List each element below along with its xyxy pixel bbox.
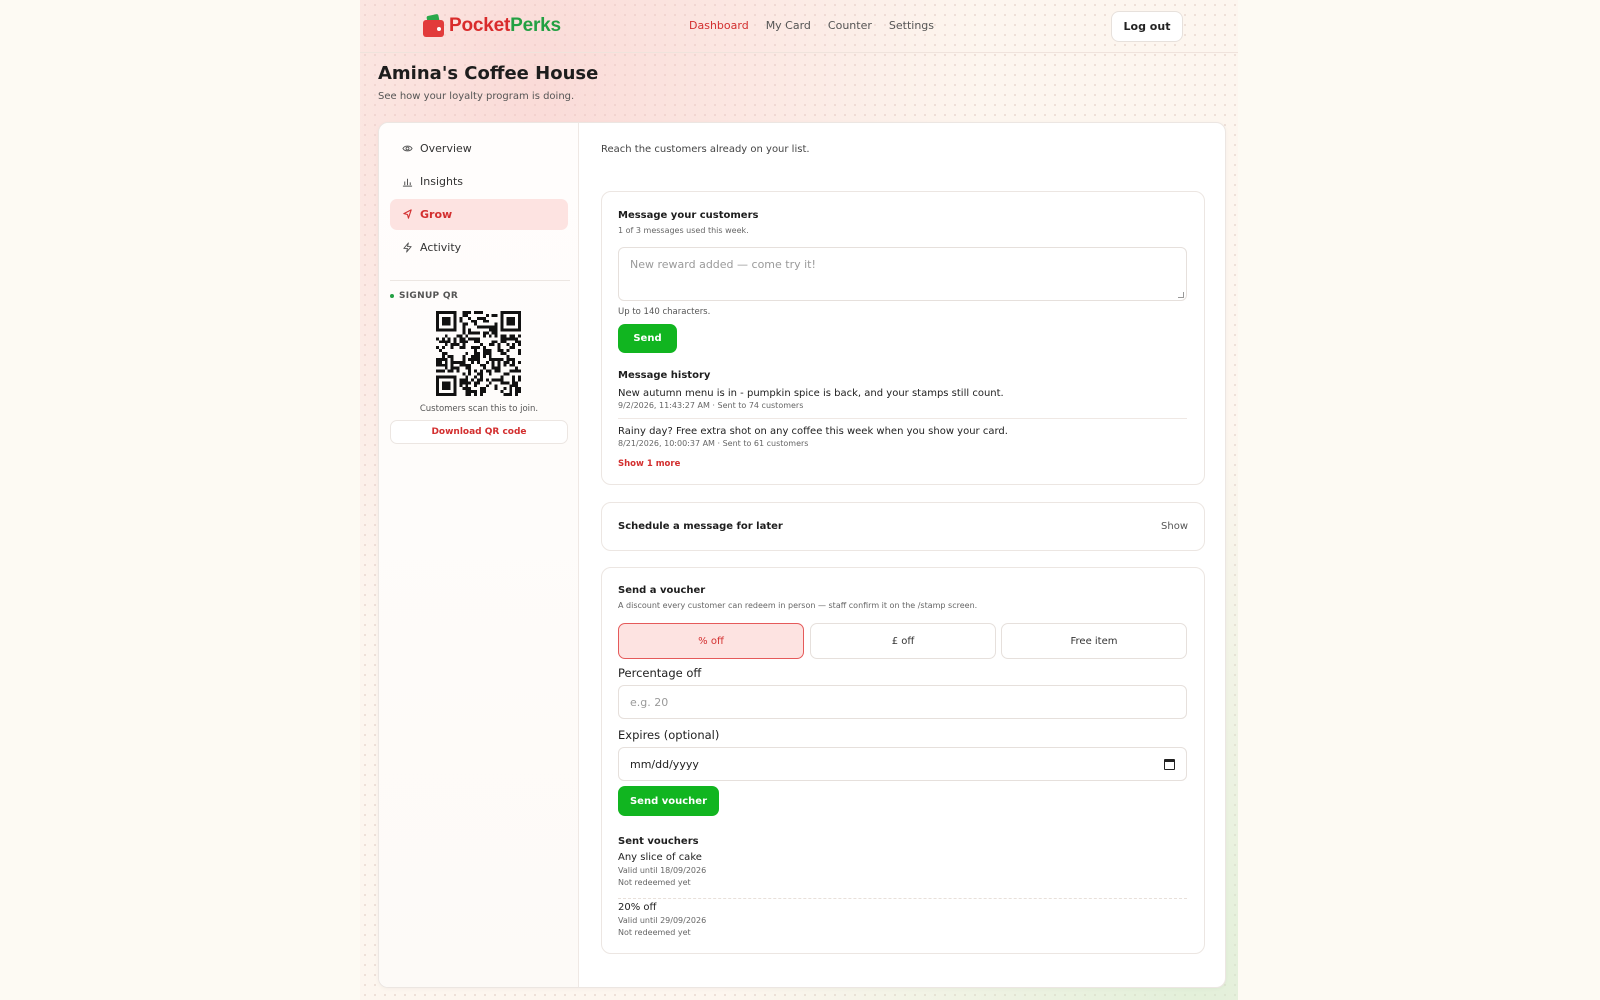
message-textarea[interactable]: New reward added — come try it! bbox=[618, 247, 1187, 301]
voucher-status: Not redeemed yet bbox=[618, 877, 691, 887]
voucher-validity: Valid until 29/09/2026 bbox=[618, 916, 707, 925]
voucher-type-free-item[interactable]: Free item bbox=[1001, 623, 1187, 659]
nav-link-settings[interactable]: Settings bbox=[889, 19, 934, 32]
history-item: Rainy day? Free extra shot on any coffee… bbox=[618, 426, 1187, 448]
wallet-icon bbox=[423, 13, 445, 38]
sidebar-item-grow[interactable]: Grow bbox=[390, 199, 568, 230]
eye-icon bbox=[401, 143, 413, 155]
nav-link-my-card[interactable]: My Card bbox=[766, 19, 811, 32]
nav-links: Dashboard My Card Counter Settings bbox=[689, 19, 934, 32]
brand-name: PocketPerks bbox=[449, 15, 561, 37]
sidebar: Overview Insights Grow Activity SIGNUP Q… bbox=[379, 123, 579, 987]
sidebar-item-activity[interactable]: Activity bbox=[390, 232, 568, 263]
brand-name-part1: Pocket bbox=[449, 15, 511, 36]
lightning-icon bbox=[401, 242, 413, 254]
sent-vouchers-title: Sent vouchers bbox=[618, 836, 699, 847]
bar-chart-icon bbox=[401, 176, 413, 188]
page-subtitle: See how your loyalty program is doing. bbox=[378, 91, 575, 102]
grow-intro: Reach the customers already on your list… bbox=[601, 144, 810, 155]
sidebar-item-label: Activity bbox=[420, 241, 462, 254]
expires-date-input[interactable]: mm/dd/yyyy bbox=[618, 747, 1187, 781]
brand-name-part2: Perks bbox=[510, 15, 561, 36]
voucher-name: 20% off bbox=[618, 902, 657, 913]
sidebar-item-label: Insights bbox=[420, 175, 464, 188]
sidebar-item-label: Overview bbox=[420, 142, 472, 155]
logout-button[interactable]: Log out bbox=[1111, 11, 1183, 42]
sidebar-item-label: Grow bbox=[420, 208, 453, 221]
send-message-button[interactable]: Send bbox=[618, 324, 677, 353]
download-qr-button[interactable]: Download QR code bbox=[390, 420, 568, 444]
top-nav: PocketPerks Dashboard My Card Counter Se… bbox=[360, 0, 1238, 53]
voucher-item: 20% off Valid until 29/09/2026 Not redee… bbox=[618, 902, 1187, 938]
nav-link-dashboard[interactable]: Dashboard bbox=[689, 19, 749, 32]
status-dot-icon bbox=[390, 294, 394, 298]
brand-logo[interactable]: PocketPerks bbox=[423, 13, 561, 38]
percentage-label: Percentage off bbox=[618, 666, 702, 680]
history-item-meta: 8/21/2026, 10:00:37 AM · Sent to 61 cust… bbox=[618, 439, 809, 448]
voucher-panel: Send a voucher A discount every customer… bbox=[601, 567, 1205, 954]
history-item-meta: 9/2/2026, 11:43:27 AM · Sent to 74 custo… bbox=[618, 401, 804, 410]
voucher-status: Not redeemed yet bbox=[618, 927, 691, 937]
send-voucher-button[interactable]: Send voucher bbox=[618, 786, 719, 816]
dashboard-card: Overview Insights Grow Activity SIGNUP Q… bbox=[378, 122, 1226, 988]
schedule-panel-title: Schedule a message for later bbox=[618, 521, 783, 532]
schedule-panel[interactable]: Schedule a message for later Show bbox=[601, 502, 1205, 551]
nav-link-counter[interactable]: Counter bbox=[828, 19, 872, 32]
message-panel: Message your customers 1 of 3 messages u… bbox=[601, 191, 1205, 485]
voucher-subtitle: A discount every customer can redeem in … bbox=[618, 601, 978, 610]
app-frame: PocketPerks Dashboard My Card Counter Se… bbox=[360, 0, 1238, 1000]
sidebar-item-overview[interactable]: Overview bbox=[390, 133, 568, 164]
message-history-title: Message history bbox=[618, 370, 711, 381]
voucher-divider bbox=[618, 898, 1187, 899]
page-title: Amina's Coffee House bbox=[378, 63, 599, 84]
voucher-name: Any slice of cake bbox=[618, 852, 702, 863]
resize-handle-icon[interactable] bbox=[1178, 292, 1184, 298]
history-divider bbox=[618, 418, 1187, 419]
signup-qr-label: SIGNUP QR bbox=[390, 291, 458, 301]
voucher-validity: Valid until 18/09/2026 bbox=[618, 866, 707, 875]
message-char-hint: Up to 140 characters. bbox=[618, 307, 711, 317]
sidebar-item-insights[interactable]: Insights bbox=[390, 166, 568, 197]
message-usage: 1 of 3 messages used this week. bbox=[618, 226, 749, 235]
history-item: New autumn menu is in - pumpkin spice is… bbox=[618, 388, 1187, 410]
voucher-type-amount[interactable]: £ off bbox=[810, 623, 996, 659]
signup-qr-label-text: SIGNUP QR bbox=[399, 291, 459, 301]
message-placeholder: New reward added — come try it! bbox=[630, 258, 816, 271]
percentage-placeholder: e.g. 20 bbox=[630, 695, 669, 709]
schedule-show-toggle[interactable]: Show bbox=[1161, 521, 1188, 532]
signup-qr-code bbox=[436, 311, 521, 396]
percentage-input[interactable]: e.g. 20 bbox=[618, 685, 1187, 719]
qr-caption: Customers scan this to join. bbox=[419, 404, 539, 414]
expires-date-value: mm/dd/yyyy bbox=[630, 757, 699, 771]
expires-label: Expires (optional) bbox=[618, 728, 720, 742]
voucher-item: Any slice of cake Valid until 18/09/2026… bbox=[618, 852, 1187, 888]
history-item-text: New autumn menu is in - pumpkin spice is… bbox=[618, 388, 1004, 399]
history-item-text: Rainy day? Free extra shot on any coffee… bbox=[618, 426, 1008, 437]
sidebar-divider bbox=[390, 280, 570, 281]
voucher-type-percent[interactable]: % off bbox=[618, 623, 804, 659]
megaphone-icon bbox=[401, 209, 413, 221]
show-more-link[interactable]: Show 1 more bbox=[618, 459, 680, 469]
voucher-panel-title: Send a voucher bbox=[618, 585, 706, 596]
calendar-icon[interactable] bbox=[1164, 758, 1175, 770]
message-panel-title: Message your customers bbox=[618, 210, 759, 221]
